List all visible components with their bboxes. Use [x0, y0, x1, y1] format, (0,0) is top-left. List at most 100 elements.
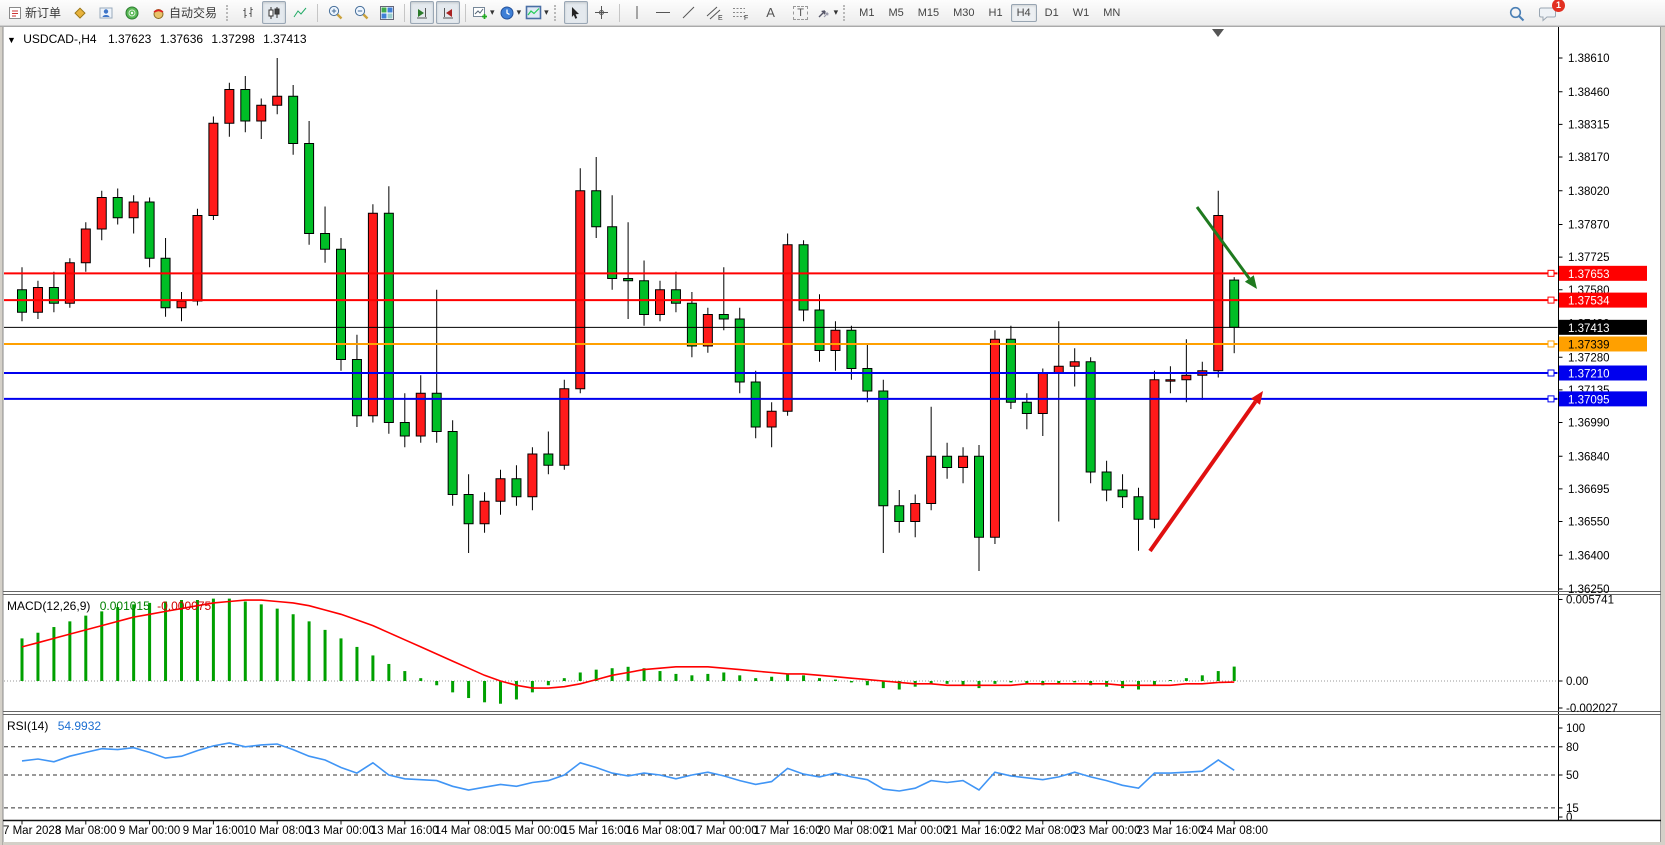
cursor-button[interactable]: [564, 1, 588, 24]
trendline-icon: [681, 5, 696, 20]
svg-text:10 Mar 08:00: 10 Mar 08:00: [243, 825, 311, 837]
timeframe-M30[interactable]: M30: [947, 4, 980, 22]
navigator-button[interactable]: [94, 1, 118, 24]
new-order-button[interactable]: 新订单: [3, 1, 66, 24]
search-button[interactable]: [1505, 2, 1529, 25]
timeframe-MN[interactable]: MN: [1097, 4, 1126, 22]
ohlc-bars-icon: [240, 5, 256, 21]
crosshair-button[interactable]: [590, 1, 614, 24]
line-anchor[interactable]: [1548, 396, 1554, 402]
tile-windows-button[interactable]: [375, 1, 399, 24]
fibonacci-button[interactable]: F: [729, 1, 753, 24]
periods-button[interactable]: ▾: [498, 1, 523, 24]
svg-text:1.38315: 1.38315: [1568, 119, 1610, 131]
text-button[interactable]: A: [755, 1, 787, 24]
svg-text:13 Mar 16:00: 13 Mar 16:00: [371, 825, 439, 837]
chart-shift-button[interactable]: [436, 1, 460, 24]
line-anchor[interactable]: [1548, 341, 1554, 347]
line-anchor[interactable]: [1548, 270, 1554, 276]
timeframe-H4[interactable]: H4: [1011, 4, 1037, 22]
svg-text:100: 100: [1566, 723, 1585, 735]
new-chart-button[interactable]: ▾: [471, 1, 496, 24]
notification-badge: 1: [1552, 0, 1565, 12]
svg-text:-0.002027: -0.002027: [1566, 703, 1618, 715]
toolbar: 新订单 自动交易: [0, 0, 1665, 26]
price-label-text: 1.37534: [1568, 296, 1610, 308]
line-anchor[interactable]: [1548, 297, 1554, 303]
dropdown-caret: ▾: [517, 7, 522, 18]
arrows-objects-button[interactable]: ▾: [815, 1, 840, 24]
trendline-button[interactable]: [677, 1, 701, 24]
clock-icon: [499, 5, 515, 21]
svg-text:0: 0: [1566, 812, 1572, 824]
new-chart-icon: [472, 5, 488, 21]
equidistant-channel-button[interactable]: E: [703, 1, 727, 24]
zoom-in-button[interactable]: [323, 1, 347, 24]
svg-text:15 Mar 00:00: 15 Mar 00:00: [499, 825, 567, 837]
signal-sphere-icon: [124, 5, 140, 21]
vertical-line-icon: [631, 5, 643, 20]
svg-text:17 Mar 00:00: 17 Mar 00:00: [690, 825, 758, 837]
template-icon: [525, 5, 542, 20]
new-order-label: 新订单: [25, 4, 61, 21]
svg-text:17 Mar 16:00: 17 Mar 16:00: [754, 825, 822, 837]
svg-text:80: 80: [1566, 742, 1579, 754]
zoom-out-button[interactable]: [349, 1, 373, 24]
timeframe-M1[interactable]: M1: [853, 4, 880, 22]
line-anchor[interactable]: [1548, 370, 1554, 376]
svg-text:0.005741: 0.005741: [1566, 594, 1614, 606]
line-chart-button[interactable]: [288, 1, 312, 24]
price-label-text: 1.37210: [1568, 369, 1610, 381]
person-icon: [98, 5, 114, 21]
toolbar-separator: [404, 4, 405, 22]
timeframe-H1[interactable]: H1: [983, 4, 1009, 22]
svg-text:21 Mar 00:00: 21 Mar 00:00: [881, 825, 949, 837]
autotrading-button[interactable]: 自动交易: [146, 1, 222, 24]
svg-text:0.00: 0.00: [1566, 676, 1588, 688]
svg-text:13 Mar 00:00: 13 Mar 00:00: [307, 825, 375, 837]
new-order-icon: [8, 6, 22, 20]
timeframe-M5[interactable]: M5: [882, 4, 909, 22]
timeframe-toolbar: M1M5M15M30H1H4D1W1MN: [852, 4, 1127, 22]
horizontal-line-button[interactable]: [651, 1, 675, 24]
svg-text:21 Mar 16:00: 21 Mar 16:00: [945, 825, 1013, 837]
text-label-button[interactable]: T: [789, 1, 813, 24]
line-chart-icon: [292, 5, 308, 21]
dropdown-caret: ▾: [544, 7, 549, 18]
price-label-text: 1.37095: [1568, 394, 1610, 406]
bar-chart-button[interactable]: [236, 1, 260, 24]
signals-button[interactable]: [120, 1, 144, 24]
toolbar-grip: [554, 5, 560, 21]
svg-text:1.37280: 1.37280: [1568, 352, 1610, 364]
svg-text:20 Mar 08:00: 20 Mar 08:00: [818, 825, 886, 837]
toolbar-separator: [619, 4, 620, 22]
svg-text:50: 50: [1566, 770, 1579, 782]
auto-scroll-button[interactable]: [410, 1, 434, 24]
svg-text:1.36695: 1.36695: [1568, 484, 1610, 496]
timeframe-W1[interactable]: W1: [1067, 4, 1096, 22]
autotrading-label: 自动交易: [169, 4, 217, 21]
timeframe-D1[interactable]: D1: [1039, 4, 1065, 22]
price-label-text: 1.37413: [1568, 323, 1610, 335]
vertical-line-button[interactable]: [625, 1, 649, 24]
search-icon: [1508, 5, 1526, 23]
candlestick-chart-button[interactable]: [262, 1, 286, 24]
price-label-text: 1.37653: [1568, 269, 1610, 281]
svg-text:14 Mar 08:00: 14 Mar 08:00: [435, 825, 503, 837]
svg-text:8 Mar 08:00: 8 Mar 08:00: [55, 825, 116, 837]
svg-text:23 Mar 16:00: 23 Mar 16:00: [1137, 825, 1205, 837]
svg-text:1.36990: 1.36990: [1568, 418, 1610, 430]
notifications-button[interactable]: 1: [1536, 2, 1560, 25]
svg-text:24 Mar 08:00: 24 Mar 08:00: [1200, 825, 1268, 837]
market-watch-button[interactable]: [68, 1, 92, 24]
chart-canvas: 1.386101.384601.383151.381701.380201.378…: [0, 0, 1665, 845]
timeframe-M15[interactable]: M15: [912, 4, 945, 22]
svg-text:1.37725: 1.37725: [1568, 252, 1610, 264]
svg-text:1.38610: 1.38610: [1568, 53, 1610, 65]
text-icon: A: [766, 5, 775, 20]
zoom-in-icon: [327, 4, 344, 21]
svg-text:7 Mar 2023: 7 Mar 2023: [3, 825, 61, 837]
templates-button[interactable]: ▾: [524, 1, 550, 24]
toolbar-separator: [317, 4, 318, 22]
label-letter: T: [797, 7, 804, 19]
